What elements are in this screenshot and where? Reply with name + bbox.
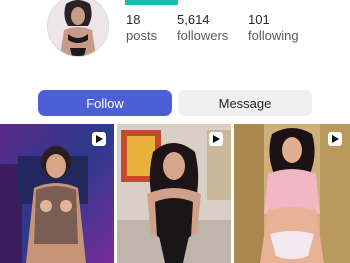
- video-icon: [328, 132, 342, 146]
- message-button[interactable]: Message: [178, 90, 312, 116]
- profile-avatar[interactable]: [47, 0, 109, 57]
- video-icon: [209, 132, 223, 146]
- following-stat[interactable]: 101 following: [248, 12, 299, 43]
- follow-button[interactable]: Follow: [38, 90, 172, 116]
- followers-count: 5,614: [177, 12, 210, 27]
- posts-stat[interactable]: 18 posts: [126, 12, 157, 43]
- video-icon: [92, 132, 106, 146]
- following-label: following: [248, 28, 299, 43]
- following-count: 101: [248, 12, 270, 27]
- top-accent-bar: [125, 0, 178, 5]
- grid-post[interactable]: [0, 124, 114, 263]
- followers-label: followers: [177, 28, 229, 43]
- followers-stat[interactable]: 5,614 followers: [177, 12, 228, 43]
- posts-count: 18: [126, 12, 141, 27]
- grid-post[interactable]: [234, 124, 350, 263]
- posts-grid: [0, 124, 350, 263]
- posts-label: posts: [126, 28, 158, 43]
- grid-post[interactable]: [117, 124, 231, 263]
